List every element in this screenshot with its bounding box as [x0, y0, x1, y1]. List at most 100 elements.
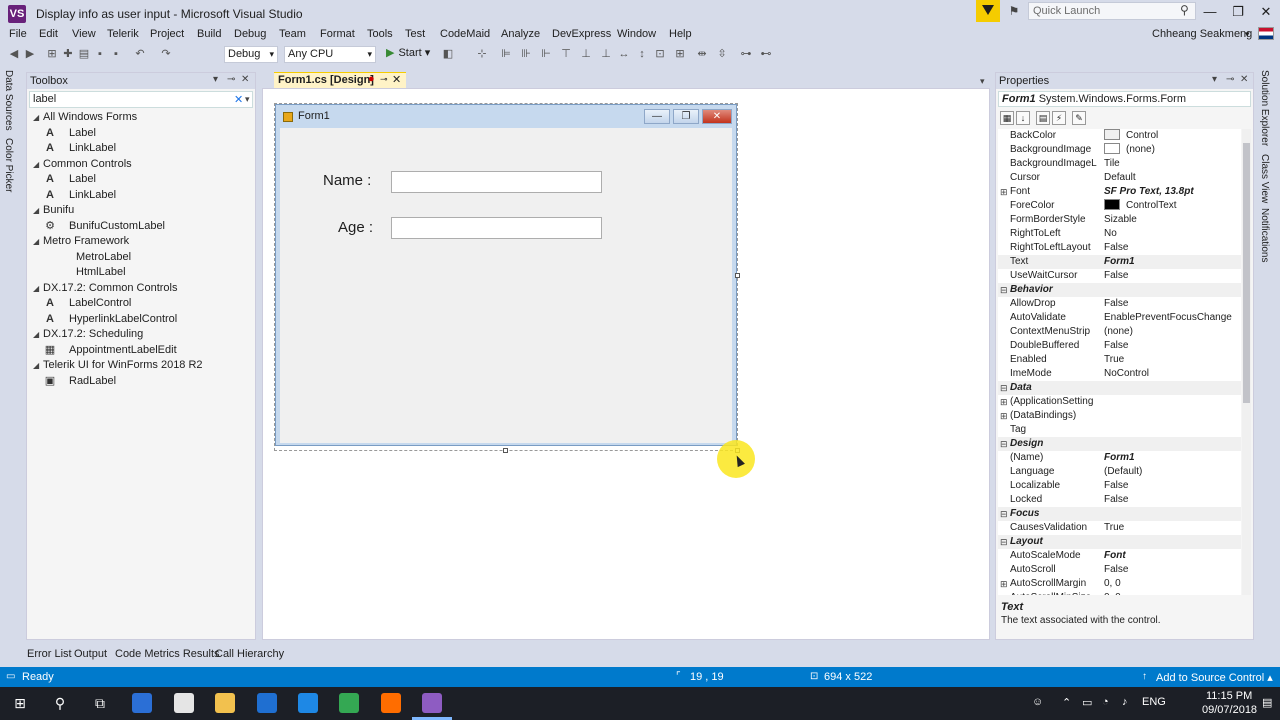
property-row[interactable]: Localizable False: [998, 479, 1241, 493]
events-icon[interactable]: ⚡: [1052, 111, 1066, 125]
chevron-down-icon[interactable]: ▾: [245, 94, 250, 105]
menu-build[interactable]: Build: [197, 28, 221, 40]
file-explorer-icon[interactable]: [215, 693, 235, 713]
property-row[interactable]: AutoScaleMode Font: [998, 549, 1241, 563]
form1-window[interactable]: Form1 — ❐ ✕ Name : Age :: [275, 104, 737, 446]
redo-icon[interactable]: ↷: [160, 48, 172, 60]
toolbox-item[interactable]: ▦ AppointmentLabelEdit: [27, 343, 255, 358]
property-row[interactable]: ⊞AutoScrollMinSize0, 0: [998, 591, 1241, 595]
action-center-icon[interactable]: ▤: [1262, 696, 1272, 709]
toolbox-category[interactable]: ◢ Telerik UI for WinForms 2018 R2: [27, 358, 255, 373]
expand-arrow-icon[interactable]: ◢: [33, 327, 39, 342]
tab-code-metrics-results[interactable]: Code Metrics Results: [115, 648, 220, 660]
categorized-icon[interactable]: ▦: [1000, 111, 1014, 125]
tab-form1-design[interactable]: Form1.cs [Design] ● ⊸ ✕: [274, 72, 406, 88]
property-category[interactable]: ⊟ Design: [998, 437, 1241, 451]
firefox-icon[interactable]: [381, 693, 401, 713]
form-maximize-button[interactable]: ❐: [673, 109, 699, 124]
property-row[interactable]: AllowDrop False: [998, 297, 1241, 311]
menu-window[interactable]: Window: [617, 28, 656, 40]
property-row[interactable]: Text Form1: [998, 255, 1241, 269]
menu-file[interactable]: File: [9, 28, 27, 40]
windows-start-icon[interactable]: ⊞: [11, 694, 29, 712]
property-grid-scrollbar[interactable]: [1242, 129, 1251, 595]
collapse-icon[interactable]: ⊟: [1000, 507, 1008, 521]
form-client-area[interactable]: Name : Age :: [280, 128, 732, 443]
expand-arrow-icon[interactable]: ◢: [33, 281, 39, 296]
new-project-icon[interactable]: ✚: [62, 48, 74, 60]
tab-data-sources[interactable]: Data Sources: [3, 70, 14, 131]
property-row[interactable]: RightToLeftLayout False: [998, 241, 1241, 255]
show-hidden-icons-icon[interactable]: ⌃: [1062, 696, 1071, 709]
expand-arrow-icon[interactable]: ◢: [33, 110, 39, 125]
toolbox-category[interactable]: ◢ DX.17.2: Scheduling: [27, 327, 255, 342]
toolbox-category[interactable]: ◢ All Windows Forms: [27, 110, 255, 125]
toolbox-item[interactable]: HtmlLabel: [27, 265, 255, 280]
menu-tools[interactable]: Tools: [367, 28, 393, 40]
expand-icon[interactable]: ⊞: [1000, 577, 1008, 591]
mail-icon[interactable]: [174, 693, 194, 713]
tab-error-list[interactable]: Error List: [27, 648, 72, 660]
property-row[interactable]: Language (Default): [998, 465, 1241, 479]
expand-icon[interactable]: ⊞: [1000, 185, 1008, 199]
expand-arrow-icon[interactable]: ◢: [33, 234, 39, 249]
menu-devexpress[interactable]: DevExpress: [552, 28, 611, 40]
collapse-icon[interactable]: ⊟: [1000, 283, 1008, 297]
property-row[interactable]: CausesValidation True: [998, 521, 1241, 535]
property-row[interactable]: UseWaitCursor False: [998, 269, 1241, 283]
property-row[interactable]: ForeColor ControlText: [998, 199, 1241, 213]
property-row[interactable]: BackgroundImage (none): [998, 143, 1241, 157]
name-textbox[interactable]: [391, 171, 602, 193]
property-row[interactable]: BackgroundImageL Tile: [998, 157, 1241, 171]
toolbox-category[interactable]: ◢ Common Controls: [27, 157, 255, 172]
toolbox-category[interactable]: ◢ DX.17.2: Common Controls: [27, 281, 255, 296]
property-category[interactable]: ⊟ Layout: [998, 535, 1241, 549]
close-tab-icon[interactable]: ✕: [392, 73, 401, 86]
clear-search-icon[interactable]: ✕: [234, 93, 243, 106]
chrome-icon[interactable]: [339, 693, 359, 713]
store-icon[interactable]: [132, 693, 152, 713]
solution-platform-select[interactable]: Any CPU: [284, 46, 376, 63]
menu-team[interactable]: Team: [279, 28, 306, 40]
toolbox-category[interactable]: ◢ Metro Framework: [27, 234, 255, 249]
collapse-icon[interactable]: ⊟: [1000, 437, 1008, 451]
menu-format[interactable]: Format: [320, 28, 355, 40]
expand-icon[interactable]: ⊞: [1000, 409, 1008, 423]
tab-solution-explorer[interactable]: Solution Explorer: [1259, 70, 1270, 146]
toolbox-item[interactable]: A LinkLabel: [27, 188, 255, 203]
close-icon[interactable]: ✕: [241, 74, 249, 85]
properties-icon[interactable]: ▤: [1036, 111, 1050, 125]
property-category[interactable]: ⊟ Behavior: [998, 283, 1241, 297]
property-row[interactable]: DoubleBuffered False: [998, 339, 1241, 353]
toolbox-category[interactable]: ◢ Bunifu: [27, 203, 255, 218]
edge-icon[interactable]: [298, 693, 318, 713]
menu-debug[interactable]: Debug: [234, 28, 266, 40]
name-label[interactable]: Name :: [323, 172, 371, 189]
menu-test[interactable]: Test: [405, 28, 425, 40]
toolbox-item[interactable]: A LinkLabel: [27, 141, 255, 156]
avatar[interactable]: [1258, 27, 1274, 40]
menu-telerik[interactable]: Telerik: [107, 28, 139, 40]
volume-icon[interactable]: ♪: [1122, 696, 1128, 708]
property-row[interactable]: ContextMenuStrip (none): [998, 325, 1241, 339]
back-icon[interactable]: ◀: [8, 48, 20, 60]
language-indicator[interactable]: ENG: [1142, 696, 1166, 708]
save-icon[interactable]: ▪: [94, 48, 106, 60]
minimize-button[interactable]: —: [1196, 2, 1224, 22]
pin-icon[interactable]: ⊸: [380, 74, 388, 85]
notifications-flag-icon[interactable]: ⚑: [1006, 4, 1022, 18]
tab-call-hierarchy[interactable]: Call Hierarchy: [215, 648, 284, 660]
maximize-button[interactable]: ❐: [1224, 2, 1252, 22]
visual-studio-icon[interactable]: [422, 693, 442, 713]
collapse-icon[interactable]: ⊟: [1000, 535, 1008, 549]
chevron-down-icon[interactable]: ▾: [1245, 29, 1250, 40]
menu-view[interactable]: View: [72, 28, 96, 40]
document-list-chevron-icon[interactable]: ▾: [980, 76, 985, 87]
undo-icon[interactable]: ↶: [134, 48, 146, 60]
property-category[interactable]: ⊟ Focus: [998, 507, 1241, 521]
network-icon[interactable]: ◔: [1102, 696, 1109, 708]
toolbox-item[interactable]: ▣ RadLabel: [27, 374, 255, 389]
age-label[interactable]: Age :: [338, 219, 373, 236]
window-position-icon[interactable]: ▾: [213, 74, 218, 85]
solution-icon[interactable]: ⊞: [46, 48, 58, 60]
